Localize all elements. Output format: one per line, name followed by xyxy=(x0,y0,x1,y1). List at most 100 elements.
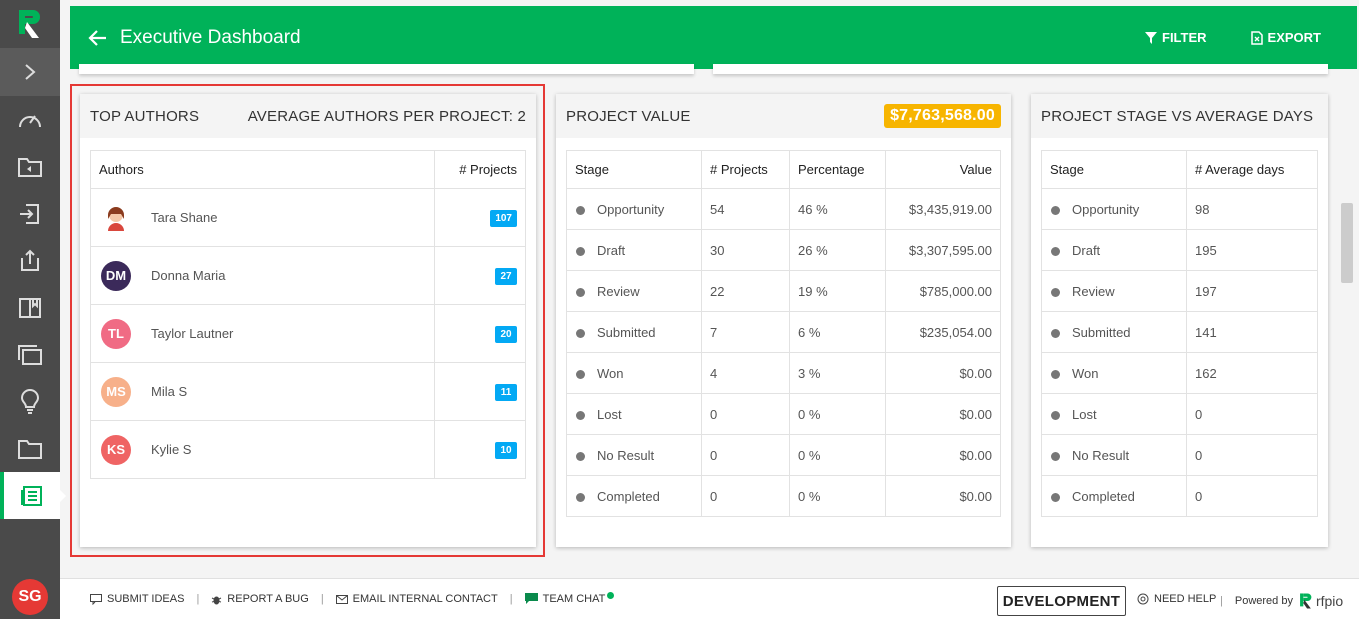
sidebar-item-dashboard[interactable] xyxy=(0,96,60,143)
team-chat-link[interactable]: TEAM CHAT xyxy=(524,591,615,605)
project-count-badge[interactable]: 10 xyxy=(495,441,517,459)
author-cell: MS Mila S xyxy=(90,362,435,421)
stage-name: Completed xyxy=(597,488,660,504)
footer: SUBMIT IDEAS | REPORT A BUG | EMAIL INTE… xyxy=(60,578,1359,619)
email-contact-link[interactable]: EMAIL INTERNAL CONTACT xyxy=(335,593,498,605)
stage-name: Draft xyxy=(1072,242,1101,258)
value-cell: $0.00 xyxy=(885,475,1001,517)
table-row: MS Mila S 11 xyxy=(90,362,526,421)
filter-icon xyxy=(1145,31,1157,44)
average-days-cell: 98 xyxy=(1186,188,1318,230)
user-avatar[interactable]: SG xyxy=(12,579,48,615)
sidebar-item-import[interactable] xyxy=(0,190,60,237)
percentage-cell: 46 % xyxy=(789,188,886,230)
average-days-cell: 141 xyxy=(1186,311,1318,353)
sidebar-item-ideas[interactable] xyxy=(0,378,60,425)
project-count-badge[interactable]: 11 xyxy=(495,383,517,401)
stage-cell: Won xyxy=(1041,352,1187,394)
page-title: Executive Dashboard xyxy=(120,26,301,48)
card-stub-right xyxy=(713,64,1328,74)
sidebar-item-documents[interactable] xyxy=(0,331,60,378)
author-name: Mila S xyxy=(151,384,188,399)
projects-cell: 54 xyxy=(701,188,790,230)
footer-separator: | xyxy=(320,593,324,605)
project-count-badge[interactable]: 107 xyxy=(490,209,517,227)
table-row: Review 197 xyxy=(1041,270,1318,312)
percentage-cell: 0 % xyxy=(789,434,886,476)
stage-cell: Completed xyxy=(1041,475,1187,517)
rfpio-logo-icon xyxy=(19,10,40,38)
author-cell: TL Taylor Lautner xyxy=(90,304,435,363)
report-bug-link[interactable]: REPORT A BUG xyxy=(211,593,309,605)
stage-cell: Draft xyxy=(566,229,702,271)
submit-ideas-link[interactable]: SUBMIT IDEAS xyxy=(90,593,184,605)
table-row: Completed 0 xyxy=(1041,475,1318,517)
project-value-title: PROJECT VALUE xyxy=(566,107,691,125)
stage-name: Lost xyxy=(597,406,622,422)
sidebar-expand-button[interactable] xyxy=(0,48,60,96)
filter-button[interactable]: FILTER xyxy=(1145,30,1207,45)
export-button[interactable]: EXPORT xyxy=(1250,30,1321,45)
lifebuoy-icon xyxy=(1137,593,1149,605)
average-days-cell: 162 xyxy=(1186,352,1318,394)
value-cell: $785,000.00 xyxy=(885,270,1001,312)
folder-reply-icon xyxy=(18,157,42,177)
rfpio-logo-icon xyxy=(1300,593,1312,609)
average-authors-label: AVERAGE AUTHORS PER PROJECT: 2 xyxy=(247,107,526,125)
stage-days-card: PROJECT STAGE VS AVERAGE DAYS Stage # Av… xyxy=(1031,94,1328,547)
powered-by: | Powered by rfpio xyxy=(1220,592,1343,610)
sidebar-item-inbox[interactable] xyxy=(0,143,60,190)
import-icon xyxy=(20,203,39,224)
stage-name: Completed xyxy=(1072,488,1135,504)
sd-stage-header: Stage xyxy=(1041,150,1187,189)
avatar: MS xyxy=(101,376,131,407)
top-authors-card: TOP AUTHORS AVERAGE AUTHORS PER PROJECT:… xyxy=(80,94,536,547)
table-row: No Result 0 xyxy=(1041,434,1318,476)
author-projects-cell: 27 xyxy=(434,246,526,305)
sidebar-item-library[interactable] xyxy=(0,284,60,331)
sidebar-item-export[interactable] xyxy=(0,237,60,284)
stage-dot-icon xyxy=(576,246,585,256)
value-cell: $0.00 xyxy=(885,434,1001,476)
page-scrollbar[interactable] xyxy=(1341,203,1353,283)
author-cell: KS Kylie S xyxy=(90,420,435,479)
stage-cell: No Result xyxy=(1041,434,1187,476)
stage-dot-icon xyxy=(576,451,585,461)
comment-icon xyxy=(90,593,102,605)
book-icon xyxy=(19,297,41,318)
projects-cell: 7 xyxy=(701,311,790,353)
project-count-badge[interactable]: 20 xyxy=(495,325,517,343)
stage-dot-icon xyxy=(576,410,585,420)
author-name: Donna Maria xyxy=(151,268,226,283)
stage-dot-icon xyxy=(1051,410,1060,420)
sidebar-item-folders[interactable] xyxy=(0,425,60,472)
average-days-cell: 195 xyxy=(1186,229,1318,271)
projects-cell: 22 xyxy=(701,270,790,312)
project-value-table: Stage # Projects Percentage Value Opport… xyxy=(566,150,1001,517)
percentage-cell: 3 % xyxy=(789,352,886,394)
table-row: TL Taylor Lautner 20 xyxy=(90,304,526,363)
projects-cell: 0 xyxy=(701,475,790,517)
report-list-icon xyxy=(21,485,42,506)
back-button[interactable] xyxy=(88,26,112,50)
project-count-badge[interactable]: 27 xyxy=(495,267,517,285)
report-bug-label: REPORT A BUG xyxy=(227,593,309,605)
stage-dot-icon xyxy=(1051,328,1060,338)
average-days-cell: 197 xyxy=(1186,270,1318,312)
stage-name: Opportunity xyxy=(597,201,665,217)
stage-cell: Review xyxy=(566,270,702,312)
bug-icon xyxy=(212,596,222,604)
sidebar-item-reports[interactable] xyxy=(0,472,66,519)
percentage-cell: 6 % xyxy=(789,311,886,353)
upload-icon xyxy=(21,249,39,271)
table-row: Submitted 7 6 % $235,054.00 xyxy=(566,311,1001,353)
table-row: Opportunity 98 xyxy=(1041,188,1318,230)
need-help-link[interactable]: NEED HELP xyxy=(1137,593,1216,605)
author-name: Kylie S xyxy=(151,442,192,457)
stage-cell: Submitted xyxy=(1041,311,1187,353)
app-logo[interactable] xyxy=(0,0,60,48)
author-name: Taylor Lautner xyxy=(151,326,234,341)
author-projects-cell: 10 xyxy=(434,420,526,479)
stage-name: Review xyxy=(597,283,640,299)
folder-icon xyxy=(18,439,42,459)
